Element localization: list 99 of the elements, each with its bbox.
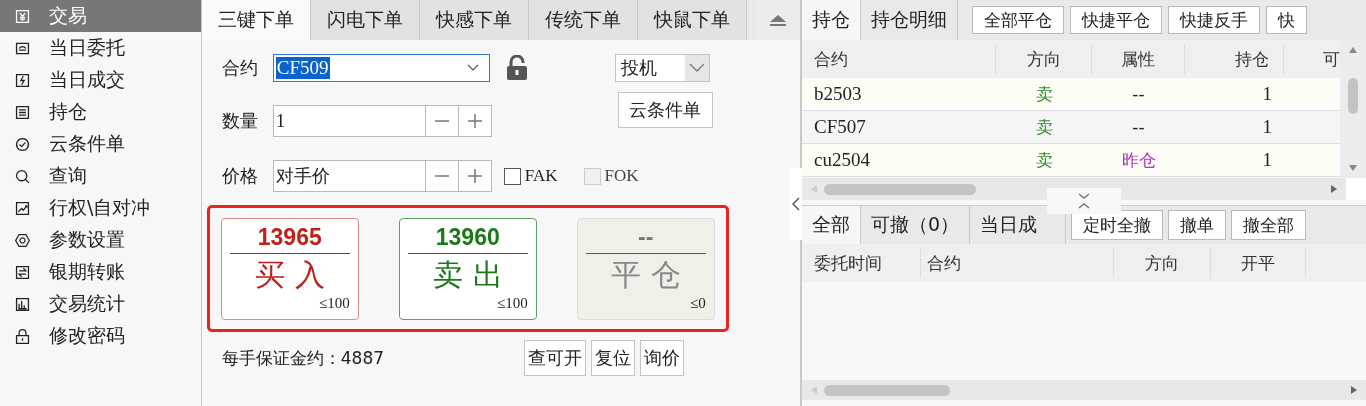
field-label: 合约 [221,56,259,80]
table-cell-text: 卖 [1034,148,1054,172]
sidebar-item[interactable]: 当日成交 [0,64,201,96]
caret-icon [466,64,479,72]
checkbox-label: FAK [524,166,558,186]
plus-button[interactable] [458,160,492,192]
table-cell-text: 卖 [1034,115,1054,139]
list-icon [14,103,31,121]
column-header: 可 [1322,48,1340,71]
toolbar-button[interactable]: 撤全部 [1231,210,1307,240]
order-tab[interactable]: 三键下单 [201,0,311,40]
sell-button[interactable]: 13960 卖 出 ≤100 [398,217,537,320]
order-tab[interactable]: 快感下单 [419,0,529,40]
column-header: 持仓 [1185,44,1284,74]
sidebar-item[interactable]: 持仓 [0,96,201,128]
sidebar-item[interactable]: 查询 [0,160,201,192]
table-cell-text: 1 [1261,149,1273,171]
order-tab[interactable]: 快鼠下单 [637,0,747,40]
position-tab[interactable]: 持仓 [802,0,861,40]
sidebar-item[interactable]: 交易统计 [0,288,201,320]
action-button[interactable]: 复位 [590,340,635,376]
sidebar-item[interactable]: 当日委托 [0,32,201,64]
scrollbar-thumb[interactable] [824,384,950,396]
table-cell-text: 昨仓 [1120,148,1157,172]
horizontal-scrollbar[interactable] [802,178,1346,200]
order-tab[interactable]: 闪电下单 [310,0,420,40]
toolbar-button[interactable]: 快 [1266,6,1307,34]
toolbar-button[interactable]: 定时全撤 [1071,210,1164,240]
field-label: 价格 [221,164,259,188]
chevrons-icon [1077,192,1091,210]
sidebar-item[interactable]: 银期转账 [0,256,201,288]
scroll-right-icon[interactable] [1350,385,1358,395]
splitter-handle[interactable] [1047,188,1121,214]
horizontal-scrollbar[interactable] [802,380,1366,400]
scrollbar-thumb[interactable] [824,183,976,195]
chart-icon [14,199,31,217]
checkbox[interactable] [503,167,521,185]
table-cell-text: -- [1131,117,1146,137]
plus-button[interactable] [458,105,492,137]
unlock-icon[interactable] [505,55,528,81]
table-cell-text: cu2504 [813,149,871,171]
close-button[interactable]: -- 平 仓 ≤0 [576,217,715,320]
hedge-select[interactable]: 投机 [614,54,710,82]
bolt-icon [14,71,31,89]
scrollbar-thumb[interactable] [1348,78,1358,114]
minus-icon [433,175,450,177]
plus-icon [466,168,483,184]
toolbar-button[interactable]: 快捷平仓 [1070,6,1162,34]
scroll-down-icon[interactable] [1348,164,1358,172]
caret-icon [688,63,705,73]
table-cell-text: 1 [1261,116,1273,138]
quantity-field[interactable]: 1 [272,105,426,137]
order-tab[interactable]: 传统下单 [528,0,638,40]
contract-combobox[interactable]: CF509 [272,54,490,82]
column-header: 属性 [1092,44,1185,74]
scroll-up-icon[interactable] [1348,46,1358,54]
vertical-scrollbar[interactable] [1340,40,1366,178]
column-header: 合约 [802,44,996,74]
sidebar-item[interactable]: 交易 [0,0,201,32]
price-field[interactable]: 对手价 [272,160,426,192]
transfer-icon [14,263,31,281]
minus-icon [433,120,450,122]
collapse-handle[interactable] [789,168,802,240]
minus-button[interactable] [425,105,459,137]
toolbar-button[interactable]: 撤单 [1168,210,1227,240]
eject-icon [768,13,788,27]
bar-chart-icon [14,295,31,313]
column-header: 开平 [1211,248,1306,278]
scroll-right-icon[interactable] [1330,184,1338,194]
action-button[interactable]: 询价 [639,340,684,376]
chevron-left-icon [791,197,800,211]
plus-icon [466,113,483,129]
toolbar-button[interactable]: 快捷反手 [1168,6,1260,34]
checkbox-label: FOK [604,166,639,186]
column-header: 委托时间 [802,248,921,278]
column-header: 合约 [921,248,1114,278]
sidebar-item[interactable]: 修改密码 [0,320,201,352]
action-button[interactable]: 查可开 [523,340,586,376]
column-header: 方向 [1114,248,1211,278]
sidebar-item[interactable]: 行权\自对冲 [0,192,201,224]
column-header: 方向 [996,44,1092,74]
field-label: 数量 [221,109,259,133]
cloud-order-button[interactable]: 云条件单 [617,92,713,128]
buy-button[interactable]: 13965 买 入 ≤100 [220,217,359,320]
yen-icon [14,7,31,25]
margin-text: 每手保证金约：4887 [221,346,385,370]
lock-icon [14,327,31,345]
order-list-tab[interactable]: 全部 [802,206,861,244]
table-cell-text: b2503 [813,83,863,105]
table-cell-text: 1 [1261,83,1273,105]
minus-button[interactable] [425,160,459,192]
table-cell-text: -- [1131,84,1146,104]
sidebar-item[interactable]: 参数设置 [0,224,201,256]
table-cell-text: 卖 [1034,82,1054,106]
gear-icon [14,231,31,249]
search-icon [14,167,31,185]
sidebar-item[interactable]: 云条件单 [0,128,201,160]
table-cell-text: CF507 [813,116,867,138]
toolbar-button[interactable]: 全部平仓 [972,6,1064,34]
